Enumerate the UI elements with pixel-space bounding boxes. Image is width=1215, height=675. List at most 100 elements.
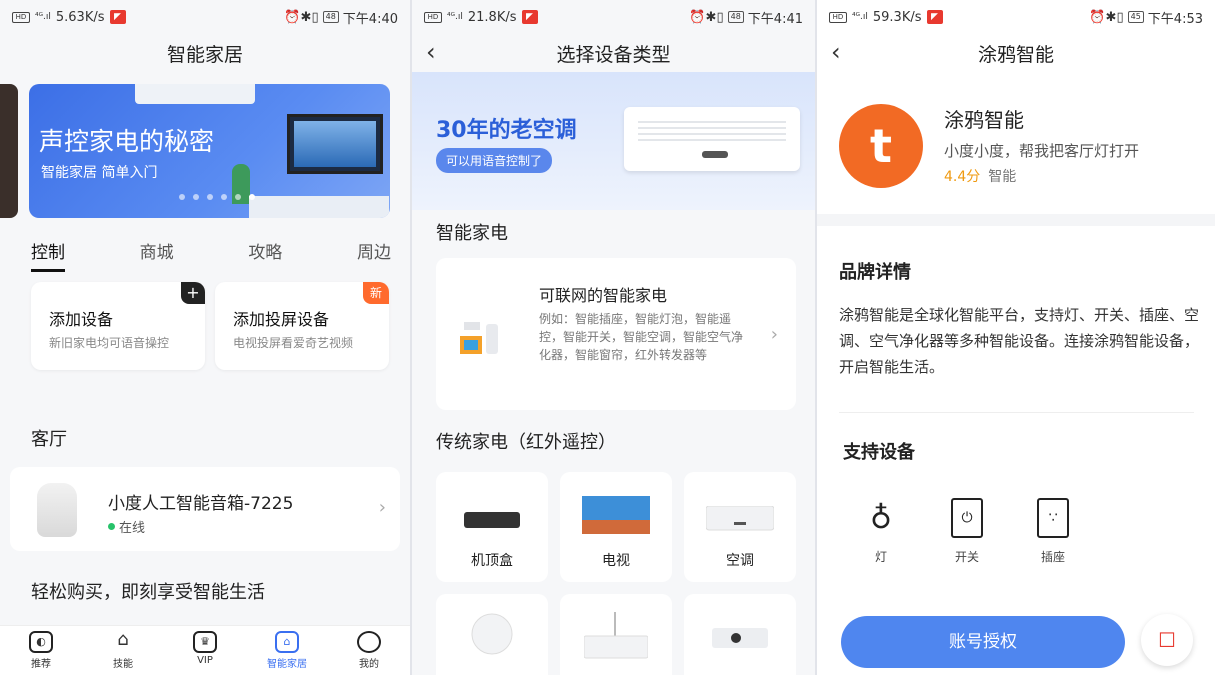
device-type-screen: HD ⁴ᴳ.ıl 21.8K/s ◤ ⏰✱▯ 48 下午4:41 ‹ 选择设备类型 30年的… bbox=[410, 0, 815, 675]
nav-vip[interactable]: ♛ VIP bbox=[175, 631, 235, 675]
status-icons: ⏰✱▯ bbox=[689, 9, 724, 25]
title-bar: 智能家居 bbox=[0, 34, 410, 72]
promo-heading: 轻松购买，即刻享受智能生活 bbox=[31, 582, 265, 603]
nav-me[interactable]: 我的 bbox=[339, 631, 399, 675]
signal-icon: ⁴ᴳ.ıl bbox=[447, 12, 463, 22]
smart-home-icon: ⌂ bbox=[275, 631, 299, 653]
net-speed: 5.63K/s bbox=[55, 9, 105, 25]
support-switch-label: 开关 bbox=[954, 550, 979, 564]
tab-guide[interactable]: 攻略 bbox=[248, 238, 282, 272]
router-tile[interactable] bbox=[560, 594, 672, 675]
tab-store[interactable]: 商城 bbox=[140, 238, 174, 272]
fan-icon bbox=[471, 613, 513, 655]
smart-appliance-desc: 例如：智能插座，智能灯泡，智能遥控，智能开关，智能空调，智能空气净化器，智能窗帘… bbox=[539, 312, 744, 362]
brand-name: 涂鸦智能 bbox=[944, 108, 1024, 132]
brand-detail-heading: 品牌详情 bbox=[839, 262, 911, 283]
support-light: ♁ 灯 bbox=[851, 498, 911, 565]
net-speed: 59.3K/s bbox=[872, 9, 922, 25]
banner-prev-peek[interactable] bbox=[0, 84, 18, 218]
online-dot-icon bbox=[108, 523, 115, 530]
hd-icon: HD bbox=[424, 11, 442, 23]
app-notification-icon: ◤ bbox=[926, 10, 943, 24]
feedback-icon[interactable]: ☐ bbox=[1141, 614, 1193, 666]
back-icon[interactable]: ‹ bbox=[831, 38, 841, 66]
chevron-right-icon: › bbox=[378, 497, 386, 518]
nav-recommend[interactable]: ◐ 推荐 bbox=[11, 631, 71, 675]
promo-banner[interactable]: 声控家电的秘密 智能家居 简单入门 bbox=[29, 84, 390, 218]
clock: 下午4:53 bbox=[1147, 11, 1203, 27]
back-icon[interactable]: ‹ bbox=[426, 38, 436, 66]
clock: 下午4:41 bbox=[747, 11, 803, 27]
smart-appliance-heading: 智能家电 bbox=[436, 223, 508, 244]
air-conditioner-tile[interactable]: 空调 bbox=[684, 472, 796, 582]
account-auth-button[interactable]: 账号授权 bbox=[841, 616, 1125, 668]
status-icons: ⏰✱▯ bbox=[284, 9, 319, 25]
clock: 下午4:40 bbox=[342, 11, 398, 27]
smart-appliance-card[interactable]: 可联网的智能家电 例如：智能插座，智能灯泡，智能遥控，智能开关，智能空调，智能空… bbox=[436, 258, 796, 410]
nav-skills-label: 技能 bbox=[113, 659, 133, 670]
projector-tile[interactable] bbox=[684, 594, 796, 675]
nav-smart-home-label: 智能家居 bbox=[267, 659, 307, 670]
battery-icon: 45 bbox=[1127, 11, 1144, 23]
hd-icon: HD bbox=[829, 11, 847, 23]
page-title: 涂鸦智能 bbox=[977, 43, 1054, 66]
title-bar: ‹ 选择设备类型 bbox=[412, 34, 815, 72]
carousel-dots bbox=[179, 194, 255, 200]
projector-icon bbox=[712, 628, 768, 648]
support-socket-label: 插座 bbox=[1040, 550, 1065, 564]
smart-home-screen: HD ⁴ᴳ.ıl 5.63K/s ◤ ⏰✱▯ 48 下午4:40 智能家居 声控家电的秘密… bbox=[0, 0, 410, 675]
air-conditioner-image bbox=[624, 107, 800, 171]
supported-devices-heading: 支持设备 bbox=[843, 442, 915, 463]
app-notification-icon: ◤ bbox=[521, 10, 538, 24]
tv-label: 电视 bbox=[602, 553, 630, 569]
signal-icon: ⁴ᴳ.ıl bbox=[35, 12, 51, 22]
tuya-logo-icon: t bbox=[839, 104, 923, 188]
signal-icon: ⁴ᴳ.ıl bbox=[852, 12, 868, 22]
smart-appliance-title: 可联网的智能家电 bbox=[539, 286, 668, 305]
add-device-card[interactable]: + 添加设备 新旧家电均可语音操控 bbox=[31, 282, 205, 370]
brand-voice-example: 小度小度，帮我把客厅灯打开 bbox=[944, 142, 1140, 160]
nav-smart-home[interactable]: ⌂ 智能家居 bbox=[257, 631, 317, 675]
router-icon bbox=[584, 612, 648, 659]
banner-subtitle: 智能家居 简单入门 bbox=[41, 165, 158, 181]
title-bar: ‹ 涂鸦智能 bbox=[817, 34, 1215, 72]
add-cast-device-subtitle: 电视投屏看爱奇艺视频 bbox=[233, 336, 354, 350]
hd-icon: HD bbox=[12, 11, 30, 23]
cabinet-image bbox=[249, 196, 389, 218]
profile-icon bbox=[357, 631, 381, 653]
tab-nearby[interactable]: 周边 bbox=[357, 238, 391, 272]
hero-pill: 可以用语音控制了 bbox=[436, 148, 553, 173]
section-divider bbox=[817, 214, 1215, 226]
socket-icon: ∵ bbox=[1037, 498, 1069, 538]
tab-bar: 控制 商城 攻略 周边 bbox=[31, 238, 391, 272]
net-speed: 21.8K/s bbox=[467, 9, 517, 25]
banner-title: 声控家电的秘密 bbox=[39, 127, 215, 156]
hero-banner[interactable]: 30年的老空调 可以用语音控制了 bbox=[412, 72, 815, 210]
page-title: 智能家居 bbox=[166, 43, 243, 66]
status-bar: HD ⁴ᴳ.ıl 5.63K/s ◤ ⏰✱▯ 48 下午4:40 bbox=[0, 0, 410, 34]
add-cast-device-title: 添加投屏设备 bbox=[233, 310, 330, 329]
tv-tile[interactable]: 电视 bbox=[560, 472, 672, 582]
add-cast-device-card[interactable]: 新 添加投屏设备 电视投屏看爱奇艺视频 bbox=[215, 282, 389, 370]
nav-skills[interactable]: ⌂ 技能 bbox=[93, 631, 153, 675]
status-icons: ⏰✱▯ bbox=[1089, 9, 1124, 25]
tv-image bbox=[287, 114, 383, 174]
vip-icon: ♛ bbox=[193, 631, 217, 653]
tab-control[interactable]: 控制 bbox=[31, 238, 65, 272]
support-socket: ∵ 插座 bbox=[1023, 498, 1083, 565]
ir-appliance-grid: 机顶盒 电视 空调 bbox=[436, 472, 796, 675]
device-row[interactable]: 小度人工智能音箱-7225 在线 › bbox=[10, 467, 400, 551]
fan-tile[interactable] bbox=[436, 594, 548, 675]
hero-headline: 30年的老空调 bbox=[436, 118, 577, 143]
new-badge: 新 bbox=[363, 282, 389, 304]
nav-vip-label: VIP bbox=[197, 655, 213, 666]
tv-icon bbox=[582, 496, 650, 534]
smart-appliance-image bbox=[460, 322, 498, 354]
set-top-box-tile[interactable]: 机顶盒 bbox=[436, 472, 548, 582]
switch-icon: ⏻ bbox=[951, 498, 983, 538]
recommend-icon: ◐ bbox=[29, 631, 53, 653]
air-conditioner-image bbox=[135, 84, 255, 104]
add-device-subtitle: 新旧家电均可语音操控 bbox=[49, 336, 170, 350]
plus-icon: + bbox=[181, 282, 205, 304]
battery-icon: 48 bbox=[322, 11, 339, 23]
